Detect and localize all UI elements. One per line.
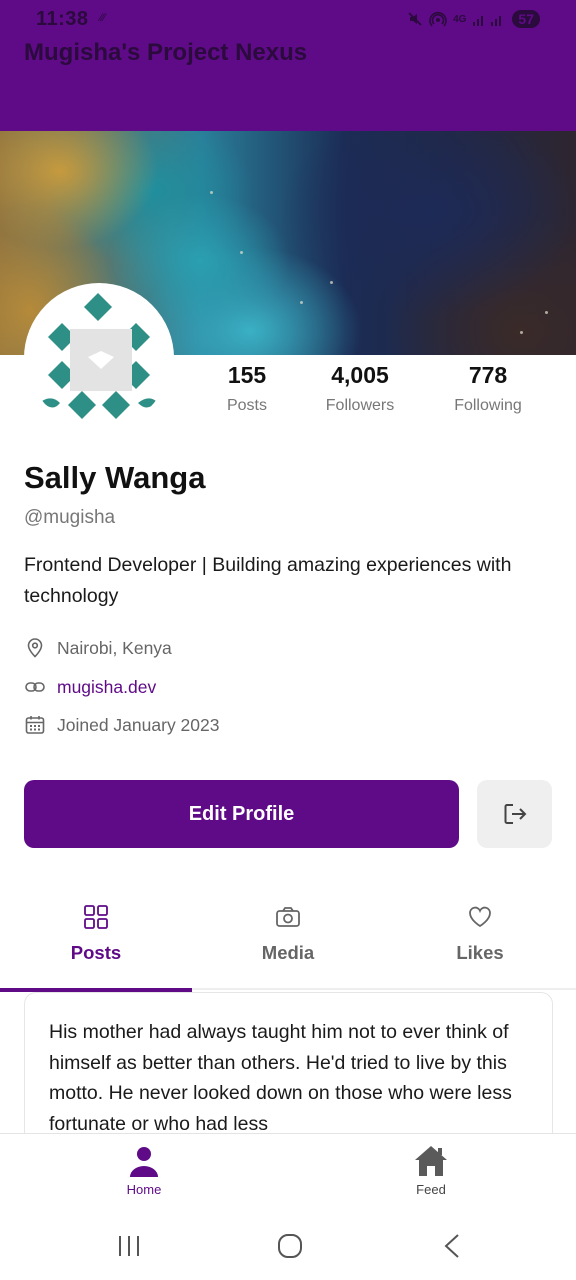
stat-value: 778 (468, 362, 508, 388)
battery-icon: 57 (512, 10, 540, 28)
status-bar: 11:38 ∕∕∕ 4G 57 (0, 0, 576, 38)
stat-value: 4,005 (331, 362, 389, 388)
system-nav-bar (0, 1213, 576, 1280)
profile-stats: 155 Posts 4,005 Followers 778 Following (190, 362, 576, 422)
edit-profile-label: Edit Profile (188, 802, 295, 825)
edit-profile-button[interactable]: Edit Profile (24, 780, 459, 848)
profile-tabs: Posts Media Likes (0, 892, 576, 992)
nav-home[interactable]: Home (84, 1144, 204, 1197)
post-text: His mother had always taught him not to … (49, 1021, 512, 1135)
status-time: 11:38 (36, 8, 89, 30)
stat-posts[interactable]: 155 Posts (187, 362, 307, 415)
nav-label: Feed (416, 1182, 446, 1197)
grid-icon (84, 905, 108, 929)
link-icon (25, 682, 45, 692)
stat-label: Followers (325, 397, 395, 414)
recent-apps-icon[interactable] (116, 1233, 142, 1259)
stat-value: 155 (227, 362, 267, 388)
profile-name: Sally Wanga (24, 460, 206, 495)
post-card[interactable]: His mother had always taught him not to … (24, 992, 553, 1152)
stat-label: Following (454, 397, 522, 414)
hotspot-icon (429, 11, 447, 27)
nav-label: Home (126, 1182, 162, 1197)
tab-likes[interactable]: Likes (384, 892, 576, 990)
logout-icon (504, 804, 526, 824)
home-circle-icon[interactable] (276, 1232, 304, 1260)
app-bar: 11:38 ∕∕∕ 4G 57 Mugisha's Project Nexus (0, 0, 576, 131)
calendar-icon (25, 716, 45, 734)
profile-bio: Frontend Developer | Building amazing ex… (24, 554, 512, 607)
stat-label: Posts (226, 397, 267, 414)
bottom-nav: Home Feed (0, 1133, 576, 1213)
tab-label: Likes (456, 942, 504, 963)
house-icon (415, 1146, 447, 1176)
website-link[interactable]: mugisha.dev (57, 677, 156, 698)
joined-row: Joined January 2023 (24, 712, 219, 738)
signal-icon (473, 16, 502, 26)
status-icons: 4G 57 (407, 7, 540, 31)
logout-button[interactable] (477, 780, 552, 848)
website-row[interactable]: mugisha.dev (24, 674, 156, 700)
tab-media[interactable]: Media (192, 892, 384, 990)
avatar-pattern-icon (28, 287, 170, 429)
cover-texture (300, 301, 303, 304)
mute-icon (408, 12, 422, 26)
joined-text: Joined January 2023 (57, 714, 220, 735)
avatar[interactable] (24, 283, 174, 433)
profile-handle: @mugisha (24, 507, 116, 528)
person-icon (130, 1147, 158, 1177)
cover-texture (545, 311, 548, 314)
cover-texture (210, 191, 213, 194)
stat-following[interactable]: 778 Following (428, 362, 548, 415)
camera-icon (276, 907, 300, 927)
cover-texture (240, 251, 243, 254)
nav-feed[interactable]: Feed (371, 1144, 491, 1197)
network-activity-icon: ∕∕∕ (100, 12, 106, 24)
location-pin-icon (27, 638, 43, 658)
location-row: Nairobi, Kenya (24, 635, 172, 661)
location-text: Nairobi, Kenya (57, 637, 172, 658)
tab-posts[interactable]: Posts (0, 892, 192, 992)
cover-texture (330, 281, 333, 284)
back-icon[interactable] (439, 1232, 465, 1260)
heart-icon (469, 906, 491, 928)
app-title: Mugisha's Project Nexus (24, 39, 308, 66)
tab-label: Media (261, 942, 315, 963)
cover-texture (520, 331, 523, 334)
stat-followers[interactable]: 4,005 Followers (300, 362, 420, 415)
signal-text: 4G (453, 13, 467, 25)
tab-label: Posts (70, 942, 122, 963)
